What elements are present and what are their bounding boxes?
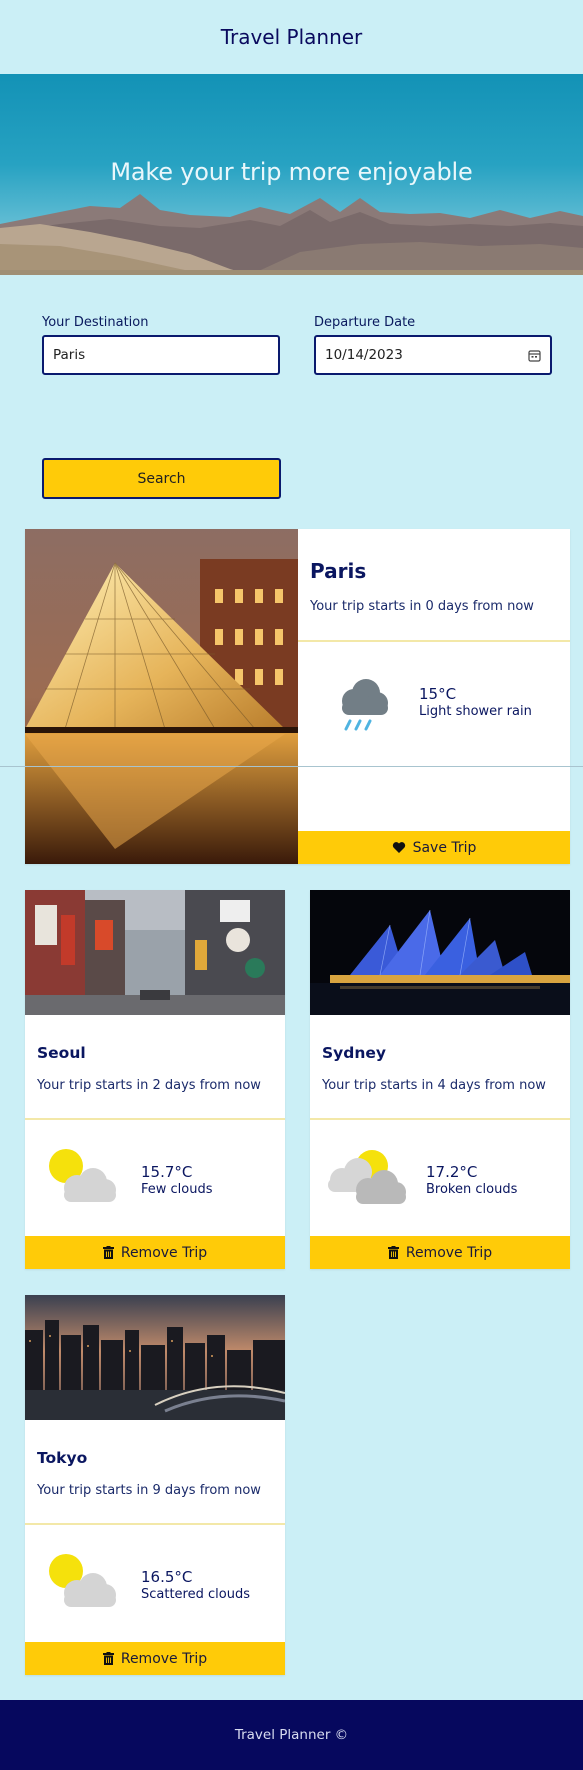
trip-city: Sydney [322,1044,387,1062]
trip-days-text: Your trip starts in 2 days from now [37,1078,261,1093]
trip-city: Seoul [37,1044,86,1062]
weather-temperature: 17.2°C [426,1163,478,1181]
trip-city: Tokyo [37,1449,88,1467]
trip-card-sydney: Sydney Your trip starts in 4 days from n… [310,890,570,1269]
remove-trip-button[interactable]: Remove Trip [310,1236,570,1269]
search-button[interactable]: Search [42,458,281,499]
departure-date-field: Departure Date 10/14/2023 [314,315,552,375]
app-title: Travel Planner [220,25,363,49]
trip-days-text: Your trip starts in 0 days from now [310,599,534,614]
weather-description: Light shower rain [419,704,532,719]
card-divider [298,640,570,642]
destination-input[interactable]: Paris [42,335,280,375]
remove-trip-label: Remove Trip [120,1244,208,1261]
seoul-street-image [25,890,285,1015]
departure-date-input[interactable]: 10/14/2023 [314,335,552,375]
trip-card-tokyo: Tokyo Your trip starts in 9 days from no… [25,1295,285,1675]
save-trip-button[interactable]: Save Trip [298,831,570,864]
trip-days-text: Your trip starts in 4 days from now [322,1078,546,1093]
trip-card-seoul: Seoul Your trip starts in 2 days from no… [25,890,285,1269]
destination-value: Paris [53,347,86,363]
weather-description: Broken clouds [426,1182,518,1197]
destination-label: Your Destination [42,315,149,330]
weather-temperature: 15°C [419,685,457,703]
heart-icon [392,842,405,853]
departure-date-value: 10/14/2023 [325,347,403,363]
broken-clouds-icon [328,1150,406,1204]
paris-louvre-image [25,529,298,864]
search-form: Your Destination Paris Departure Date 10… [0,275,583,529]
remove-trip-button[interactable]: Remove Trip [25,1236,285,1269]
trip-days-text: Your trip starts in 9 days from now [37,1483,261,1498]
rain-cloud-icon [342,679,388,731]
departure-date-label: Departure Date [314,315,416,330]
card-divider [25,1118,285,1120]
tokyo-skyline-image [25,1295,285,1420]
weather-temperature: 15.7°C [141,1163,193,1181]
trip-city: Paris [310,559,367,583]
page-divider [0,766,583,767]
card-divider [310,1118,570,1120]
remove-trip-label: Remove Trip [405,1244,493,1261]
weather-description: Scattered clouds [141,1587,250,1602]
save-trip-label: Save Trip [412,839,477,856]
footer-text: Travel Planner © [234,1727,349,1743]
weather-description: Few clouds [141,1182,213,1197]
sun-cloud-icon [49,1149,116,1202]
featured-trip-card: Paris Your trip starts in 0 days from no… [25,529,570,864]
hero-banner: Make your trip more enjoyable [0,74,583,275]
trash-icon [102,1652,114,1665]
remove-trip-button[interactable]: Remove Trip [25,1642,285,1675]
remove-trip-label: Remove Trip [120,1650,208,1667]
app-footer: Travel Planner © [0,1700,583,1770]
card-divider [25,1523,285,1525]
calendar-icon[interactable] [528,349,541,362]
destination-field: Your Destination Paris [42,315,280,375]
trash-icon [102,1246,114,1259]
trash-icon [387,1246,399,1259]
app-header: Travel Planner [0,0,583,74]
hero-title: Make your trip more enjoyable [110,158,473,186]
sun-cloud-icon [49,1554,116,1607]
weather-temperature: 16.5°C [141,1568,193,1586]
sydney-opera-house-image [310,890,570,1015]
